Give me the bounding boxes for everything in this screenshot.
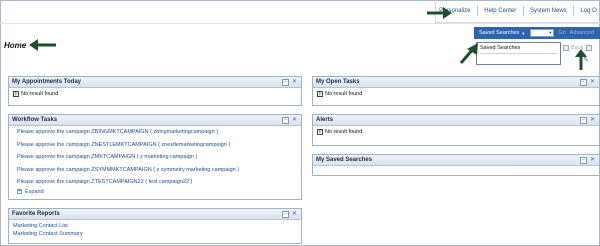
- minimize-icon[interactable]: –: [282, 117, 289, 124]
- help-center-link[interactable]: Help Center: [484, 8, 516, 14]
- panel-title: My Saved Searches: [316, 157, 373, 163]
- go-button[interactable]: Go: [558, 30, 565, 36]
- minimize-icon[interactable]: –: [580, 79, 587, 86]
- info-icon: i: [317, 91, 323, 97]
- back-icon[interactable]: [563, 45, 569, 51]
- header-divider: [0, 23, 600, 24]
- no-result-message: i No result found: [317, 129, 595, 135]
- header-links: Personalize Help Center System News Log …: [435, 0, 600, 23]
- appointments-panel: My Appointments Today – ✕ i No result fo…: [8, 76, 302, 106]
- divider: [476, 6, 478, 16]
- expand-control[interactable]: + Expand: [17, 189, 297, 195]
- open-tasks-panel: My Open Tasks – ✕ i No result found: [312, 76, 600, 106]
- panel-tools: – ✕: [580, 157, 596, 164]
- report-link[interactable]: Marketing Contact Summary: [13, 231, 297, 239]
- info-icon: i: [317, 129, 323, 135]
- system-news-link[interactable]: System News: [530, 8, 567, 14]
- panel-body: i No result found: [313, 126, 599, 138]
- panel-title: My Appointments Today: [12, 79, 81, 85]
- workflow-task-link[interactable]: Please approve the campaign ZMKTCAMPAIGN…: [17, 151, 297, 164]
- panel-header: My Open Tasks – ✕: [313, 77, 599, 88]
- minimize-icon[interactable]: –: [282, 79, 289, 86]
- saved-searches-bar: Saved Searches ▼ ▼ Go Advanced: [474, 27, 600, 39]
- panel-tools: – ✕: [282, 211, 298, 218]
- panel-title: My Open Tasks: [316, 79, 360, 85]
- alerts-panel: Alerts – ✕ i No result found: [312, 114, 600, 146]
- panel-body: i No result found: [313, 88, 599, 100]
- favorite-reports-panel: Favorite Reports – ✕ Marketing Contact L…: [8, 208, 302, 244]
- close-icon[interactable]: ✕: [589, 157, 596, 164]
- panel-title: Workflow Tasks: [12, 117, 58, 123]
- advanced-link[interactable]: Advanced: [570, 30, 594, 36]
- close-icon[interactable]: ✕: [291, 211, 298, 218]
- arrow-to-back: [575, 49, 587, 70]
- plus-icon[interactable]: +: [17, 189, 22, 194]
- workflow-task-link[interactable]: Please approve the campaign ZTESTCAMPAIG…: [17, 176, 297, 189]
- saved-searches-popup: Saved Searches: [476, 42, 561, 65]
- no-result-text: No result found: [325, 91, 363, 97]
- arrow-to-home: [29, 39, 56, 51]
- close-icon[interactable]: ✕: [589, 79, 596, 86]
- chevron-down-icon[interactable]: ▼: [521, 31, 525, 36]
- saved-searches-popup-item[interactable]: Saved Searches: [480, 45, 520, 51]
- page-title: Home: [4, 41, 27, 50]
- panel-header: Workflow Tasks – ✕: [9, 115, 301, 126]
- panel-tools: – ✕: [282, 117, 298, 124]
- workflow-task-link[interactable]: Please approve the campaign ZSYMMMKTCAMP…: [17, 164, 297, 177]
- panel-body: Please approve the campaign ZBINGMKTCAMP…: [9, 126, 301, 195]
- saved-searches-panel: My Saved Searches – ✕: [312, 154, 600, 176]
- no-result-message: i No result found: [317, 91, 595, 97]
- arrow-to-personalize: [427, 7, 452, 19]
- divider: [480, 53, 557, 54]
- panel-title: Favorite Reports: [12, 211, 60, 217]
- panel-header: My Appointments Today – ✕: [9, 77, 301, 88]
- info-icon: i: [13, 91, 19, 97]
- panel-tools: – ✕: [580, 117, 596, 124]
- arrow-to-saved-searches: [459, 43, 478, 64]
- no-result-message: i No result found: [13, 91, 297, 97]
- close-icon[interactable]: ✕: [589, 117, 596, 124]
- panel-body: Marketing Contact List Marketing Contact…: [9, 220, 301, 241]
- panel-body: i No result found: [9, 88, 301, 100]
- workflow-task-link[interactable]: Please approve the campaign ZBINGMKTCAMP…: [17, 126, 297, 139]
- minimize-icon[interactable]: –: [580, 117, 587, 124]
- workflow-task-link[interactable]: Please approve the campaign ZNESTLEMKTCA…: [17, 139, 297, 152]
- minimize-icon[interactable]: –: [282, 211, 289, 218]
- panel-header: My Saved Searches – ✕: [313, 155, 599, 166]
- saved-searches-button[interactable]: Saved Searches: [479, 30, 519, 36]
- panel-header: Alerts – ✕: [313, 115, 599, 126]
- minimize-icon[interactable]: –: [580, 157, 587, 164]
- panel-tools: – ✕: [580, 79, 596, 86]
- no-result-text: No result found: [21, 91, 59, 97]
- saved-search-select[interactable]: ▼: [530, 29, 555, 37]
- log-off-link[interactable]: Log O: [580, 8, 596, 14]
- no-result-text: No result found: [325, 129, 363, 135]
- panel-title: Alerts: [316, 117, 334, 123]
- panel-header: Favorite Reports – ✕: [9, 209, 301, 220]
- close-icon[interactable]: ✕: [291, 79, 298, 86]
- panel-tools: – ✕: [282, 79, 298, 86]
- workflow-tasks-panel: Workflow Tasks – ✕ Please approve the ca…: [8, 114, 302, 200]
- divider: [522, 6, 524, 16]
- divider: [573, 6, 575, 16]
- close-icon[interactable]: ✕: [291, 117, 298, 124]
- dropdown-arrow-icon: ▼: [548, 30, 553, 35]
- report-link[interactable]: Marketing Contact List: [13, 223, 297, 231]
- expand-link[interactable]: Expand: [25, 189, 44, 195]
